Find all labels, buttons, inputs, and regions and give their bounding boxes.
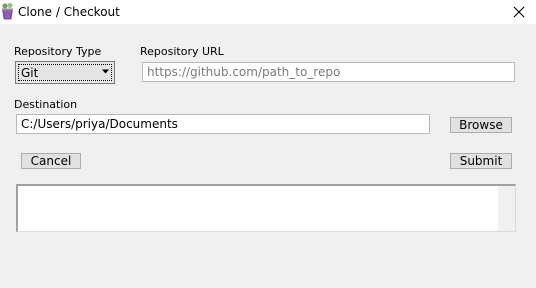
repository-url-input[interactable] — [142, 62, 515, 82]
output-scrollbar[interactable] — [498, 186, 515, 231]
title-bar: Clone / Checkout — [0, 0, 536, 24]
repository-type-select[interactable]: Git — [15, 61, 115, 84]
close-button[interactable] — [502, 0, 536, 24]
submit-button[interactable]: Submit — [450, 153, 512, 169]
repository-type-label: Repository Type — [14, 45, 102, 58]
destination-input[interactable] — [16, 114, 430, 134]
destination-label: Destination — [14, 98, 78, 111]
browse-button[interactable]: Browse — [450, 117, 512, 133]
cancel-button[interactable]: Cancel — [21, 153, 81, 169]
output-textarea[interactable] — [16, 184, 516, 232]
repository-url-label: Repository URL — [140, 45, 224, 58]
clone-checkout-window: Clone / Checkout Repository Type Git Rep… — [0, 0, 536, 288]
dropdown-arrow-icon — [102, 69, 109, 74]
app-icon — [2, 3, 13, 20]
repository-type-value: Git — [21, 66, 39, 80]
close-icon — [513, 6, 525, 18]
window-title: Clone / Checkout — [18, 5, 120, 19]
